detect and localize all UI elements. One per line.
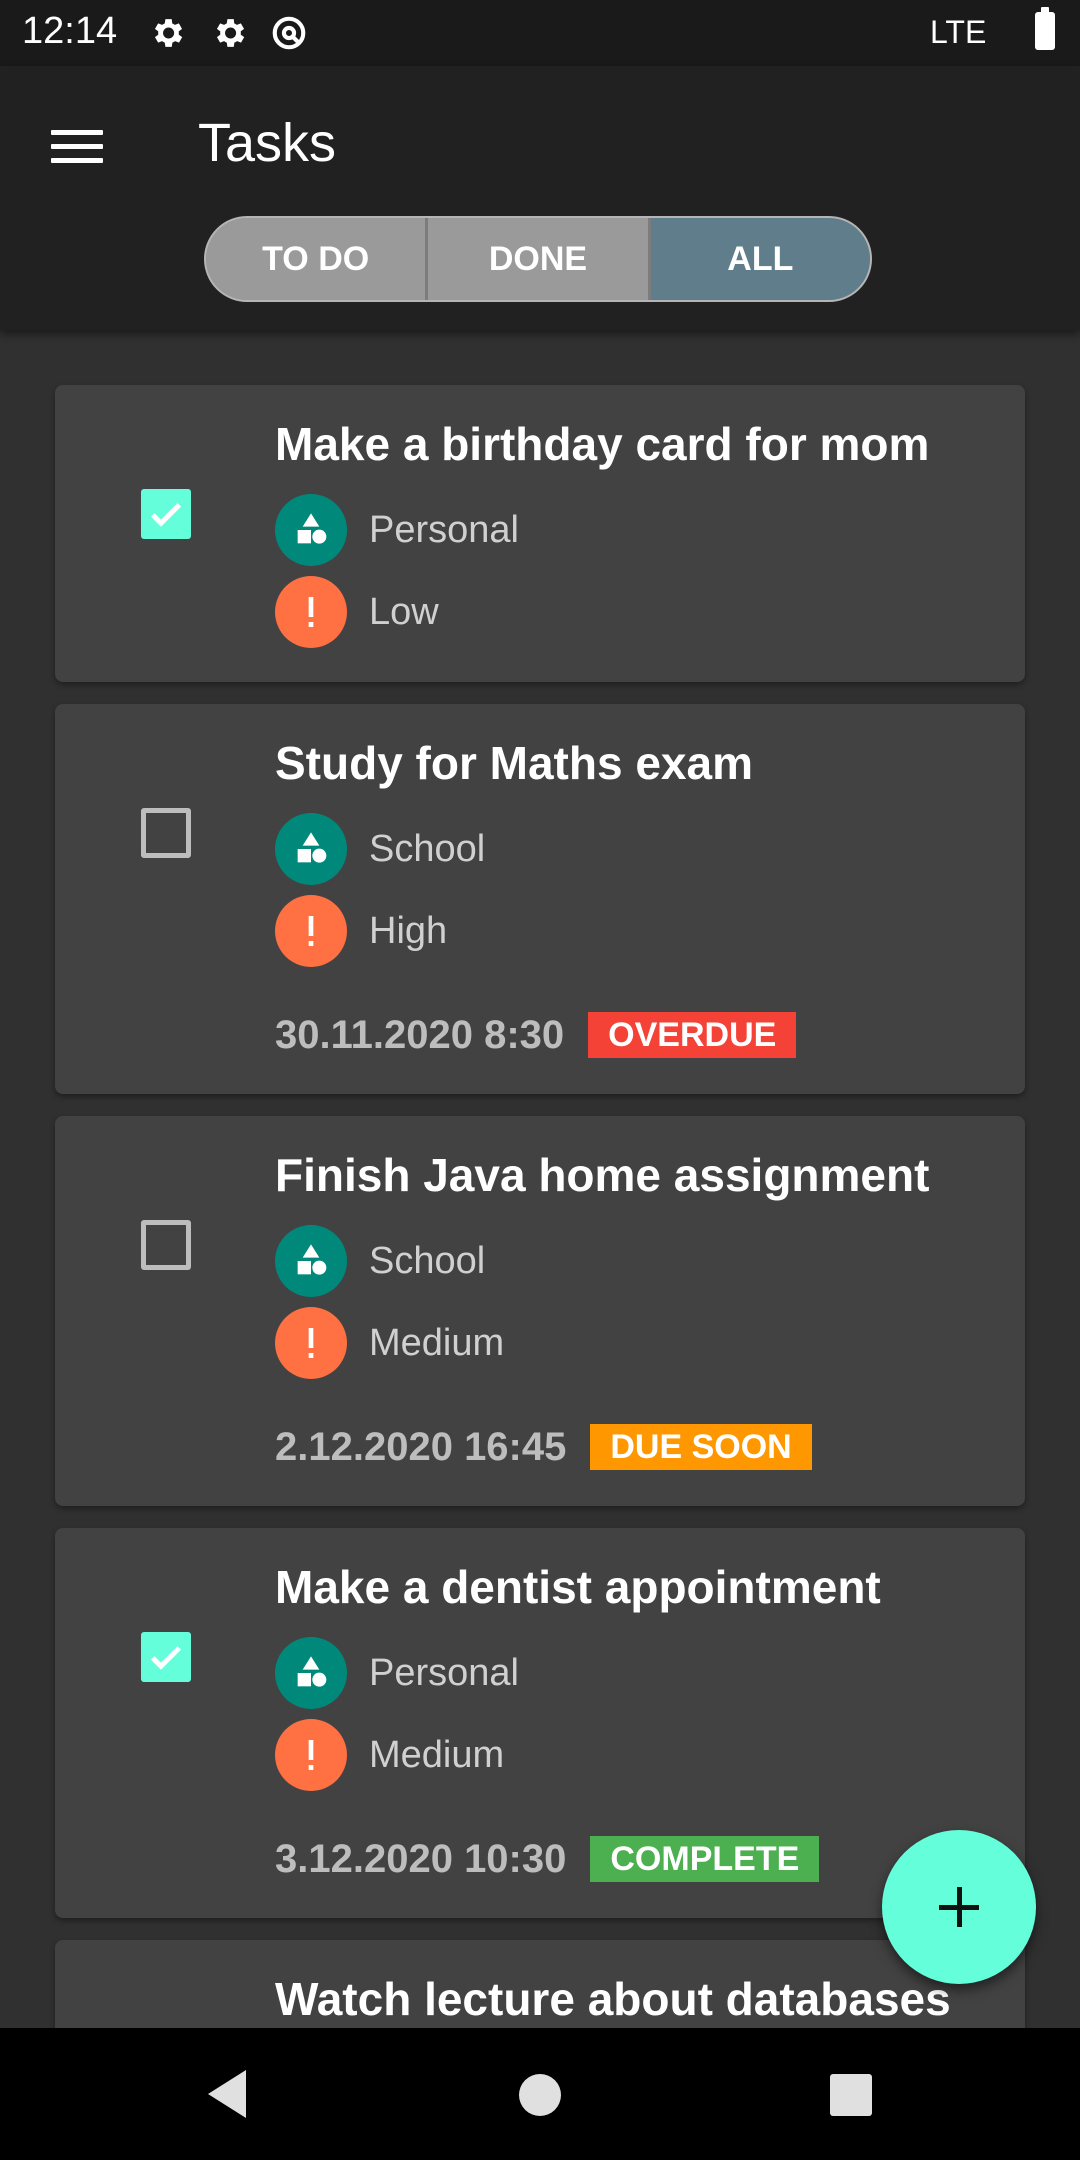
menu-button[interactable] (40, 114, 114, 178)
task-due: 3.12.2020 10:30 COMPLETE (275, 1835, 820, 1883)
system-nav-bar (0, 2028, 1080, 2160)
status-time: 12:14 (22, 10, 118, 52)
checkmark-icon (150, 1646, 182, 1670)
status-badge-overdue: OVERDUE (588, 1012, 797, 1058)
category-label: School (369, 827, 486, 870)
checkmark-icon (150, 503, 182, 527)
task-card[interactable]: Study for Maths exam School High 30.11.2… (55, 704, 1025, 1094)
task-priority: Medium (275, 1307, 504, 1379)
due-date: 30.11.2020 8:30 (275, 1012, 565, 1057)
filter-tabs: TO DO DONE ALL (204, 216, 872, 302)
task-title: Finish Java home assignment (275, 1149, 930, 1201)
task-checkbox[interactable] (141, 808, 191, 858)
task-title: Make a dentist appointment (275, 1561, 881, 1613)
category-icon (275, 1637, 347, 1709)
home-icon[interactable] (519, 2074, 561, 2116)
status-badge-complete: COMPLETE (590, 1836, 820, 1882)
priority-label: High (369, 909, 448, 952)
tab-done[interactable]: DONE (425, 218, 648, 300)
gear-icon (216, 19, 245, 47)
task-category: School (275, 1225, 485, 1297)
priority-icon (275, 1719, 347, 1791)
hamburger-icon-line (51, 157, 103, 163)
priority-label: Medium (369, 1733, 505, 1776)
task-priority: High (275, 895, 447, 967)
status-bar: 12:14 LTE (0, 0, 1080, 66)
task-category: School (275, 813, 485, 885)
page-title: Tasks (198, 113, 337, 173)
priority-icon (275, 576, 347, 648)
hamburger-icon-line (51, 129, 103, 135)
task-category: Personal (275, 1637, 519, 1709)
task-checkbox[interactable] (141, 1220, 191, 1270)
priority-label: Low (369, 590, 439, 633)
priority-icon (275, 1307, 347, 1379)
category-label: Personal (369, 508, 519, 551)
category-icon (275, 494, 347, 566)
task-checkbox[interactable] (141, 1632, 191, 1682)
priority-label: Medium (369, 1321, 505, 1364)
task-priority: Low (275, 576, 439, 648)
network-type: LTE (930, 14, 987, 50)
battery-icon (1035, 7, 1055, 50)
category-icon (275, 1225, 347, 1297)
at-sign-icon (272, 16, 306, 50)
task-title: Study for Maths exam (275, 737, 753, 789)
task-priority: Medium (275, 1719, 504, 1791)
category-label: School (369, 1239, 486, 1282)
add-task-button[interactable] (882, 1830, 1036, 1984)
category-label: Personal (369, 1651, 519, 1694)
priority-icon (275, 895, 347, 967)
task-card[interactable]: Watch lecture about databases (55, 1940, 1025, 2028)
status-badge-due-soon: DUE SOON (590, 1424, 812, 1470)
due-date: 3.12.2020 10:30 (275, 1836, 567, 1881)
tab-all[interactable]: ALL (647, 218, 870, 300)
tab-todo[interactable]: TO DO (206, 218, 426, 300)
task-card[interactable]: Make a birthday card for mom Personal Lo… (55, 385, 1025, 682)
task-card[interactable]: Make a dentist appointment Personal Medi… (55, 1528, 1025, 1918)
category-icon (275, 813, 347, 885)
due-date: 2.12.2020 16:45 (275, 1424, 567, 1469)
task-title: Watch lecture about databases (275, 1973, 951, 2025)
task-card[interactable]: Finish Java home assignment School Mediu… (55, 1116, 1025, 1506)
task-category: Personal (275, 494, 519, 566)
task-list: Make a birthday card for mom Personal Lo… (0, 330, 1080, 2028)
back-icon[interactable] (204, 2066, 248, 2122)
task-due: 30.11.2020 8:30 OVERDUE (275, 1011, 797, 1059)
plus-icon (939, 1904, 979, 1910)
gear-icon (154, 19, 183, 47)
hamburger-icon-line (51, 143, 103, 149)
recent-apps-icon[interactable] (830, 2074, 872, 2116)
app-bar: Tasks TO DO DONE ALL (0, 66, 1080, 330)
task-checkbox[interactable] (141, 489, 191, 539)
task-title: Make a birthday card for mom (275, 418, 930, 470)
task-due: 2.12.2020 16:45 DUE SOON (275, 1423, 812, 1471)
